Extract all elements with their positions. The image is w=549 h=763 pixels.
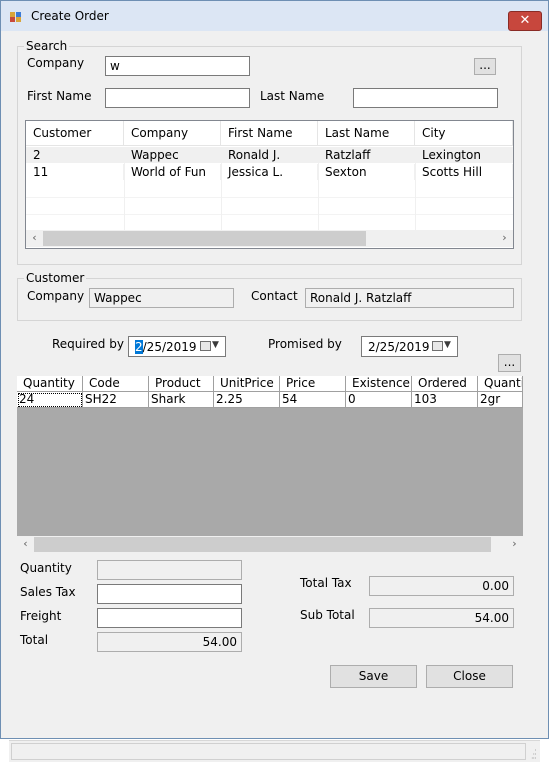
- grid-header-unitprice[interactable]: UnitPrice: [214, 376, 280, 392]
- promised-by-label: Promised by: [268, 337, 342, 351]
- grid-header-quantity[interactable]: Quantity: [17, 376, 83, 392]
- cell-first-name: Ronald J.: [221, 147, 318, 163]
- last-name-label: Last Name: [260, 89, 325, 103]
- status-panel: [11, 743, 526, 760]
- column-header-company[interactable]: Company: [124, 121, 221, 146]
- sub-total-label: Sub Total: [300, 608, 355, 622]
- grid-cell-quantity-2[interactable]: 2gr: [478, 392, 523, 408]
- grid-header-existence[interactable]: Existence: [346, 376, 412, 392]
- required-date-rest: /25/2019: [142, 340, 197, 354]
- cell-customer: 11: [26, 164, 124, 180]
- calendar-icon[interactable]: [200, 341, 211, 351]
- chevron-down-icon[interactable]: ▼: [444, 340, 451, 350]
- customer-group-label: Customer: [24, 271, 87, 285]
- cell-customer: 2: [26, 147, 124, 163]
- promised-date-text: 2/25/2019: [368, 340, 430, 354]
- column-header-city[interactable]: City: [415, 121, 513, 146]
- close-window-button[interactable]: ✕: [508, 11, 542, 31]
- empty-row: [26, 198, 513, 215]
- required-by-label: Required by: [52, 337, 124, 351]
- sales-tax-label: Sales Tax: [20, 585, 76, 599]
- freight-input[interactable]: [97, 608, 242, 628]
- order-items-grid[interactable]: Quantity Code Product UnitPrice Price Ex…: [17, 376, 523, 536]
- grid-cell-existence[interactable]: 0: [346, 392, 412, 408]
- sub-total-field: 54.00: [369, 608, 514, 628]
- grid-header-product[interactable]: Product: [149, 376, 214, 392]
- required-month-selected: 2: [135, 340, 143, 354]
- chevron-down-icon[interactable]: ▼: [212, 340, 219, 350]
- results-horizontal-scrollbar[interactable]: ‹ ›: [26, 230, 513, 247]
- table-row[interactable]: 11 World of Fun Jessica L. Sexton Scotts…: [26, 164, 513, 180]
- total-tax-field: 0.00: [369, 576, 514, 596]
- grid-header-price[interactable]: Price: [280, 376, 346, 392]
- scroll-right-icon[interactable]: ›: [506, 536, 523, 553]
- contact-label: Contact: [251, 289, 298, 303]
- grid-horizontal-scrollbar[interactable]: ‹ ›: [17, 536, 523, 553]
- scroll-left-icon[interactable]: ‹: [26, 230, 43, 247]
- promised-by-datepicker[interactable]: 2/25/2019 ▼: [361, 336, 458, 357]
- cell-city: Scotts Hill: [415, 164, 513, 180]
- items-browse-button[interactable]: ...: [498, 354, 521, 372]
- quantity-field: [97, 560, 242, 580]
- scroll-left-icon[interactable]: ‹: [17, 536, 34, 553]
- search-group-label: Search: [24, 39, 70, 53]
- empty-row: [26, 181, 513, 198]
- customer-results-list[interactable]: Customer Company First Name Last Name Ci…: [25, 120, 514, 249]
- grid-header-quantity-2[interactable]: Quantity: [478, 376, 523, 392]
- resize-grip-icon[interactable]: · ·· ···: [531, 747, 540, 763]
- cell-last-name: Sexton: [318, 164, 415, 180]
- contact-field: Ronald J. Ratzlaff: [305, 288, 514, 308]
- search-browse-button[interactable]: ...: [474, 58, 496, 75]
- cell-company: World of Fun: [124, 164, 221, 180]
- grid-header-ordered[interactable]: Ordered: [412, 376, 478, 392]
- first-name-label: First Name: [27, 89, 92, 103]
- total-label: Total: [20, 633, 49, 647]
- status-bar: · ·· ···: [9, 740, 540, 763]
- column-header-customer[interactable]: Customer: [26, 121, 124, 146]
- window-title: Create Order: [31, 9, 109, 23]
- cell-city: Lexington: [415, 147, 513, 163]
- column-header-last-name[interactable]: Last Name: [318, 121, 415, 146]
- grid-cell-quantity[interactable]: 24: [17, 392, 83, 408]
- table-row[interactable]: 2 Wappec Ronald J. Ratzlaff Lexington: [26, 147, 513, 163]
- create-order-window: Create Order ✕ Search Company w ... Firs…: [0, 0, 549, 763]
- total-field: 54.00: [97, 632, 242, 652]
- customer-company-label: Company: [27, 289, 85, 303]
- total-tax-label: Total Tax: [300, 576, 352, 590]
- cell-company: Wappec: [124, 147, 221, 163]
- cell-first-name: Jessica L.: [221, 164, 318, 180]
- customer-company-field: Wappec: [89, 288, 234, 308]
- scroll-thumb[interactable]: [34, 537, 491, 552]
- last-name-input[interactable]: [353, 88, 498, 108]
- cell-last-name: Ratzlaff: [318, 147, 415, 163]
- save-button[interactable]: Save: [330, 665, 417, 688]
- grid-header-code[interactable]: Code: [83, 376, 149, 392]
- freight-label: Freight: [20, 609, 62, 623]
- column-header-first-name[interactable]: First Name: [221, 121, 318, 146]
- scroll-right-icon[interactable]: ›: [496, 230, 513, 247]
- sales-tax-input[interactable]: [97, 584, 242, 604]
- grid-cell-ordered[interactable]: 103: [412, 392, 478, 408]
- search-company-label: Company: [27, 56, 85, 70]
- grid-cell-product[interactable]: Shark: [149, 392, 214, 408]
- title-bar[interactable]: Create Order ✕: [1, 1, 548, 31]
- quantity-label: Quantity: [20, 561, 72, 575]
- calendar-icon[interactable]: [432, 341, 443, 351]
- grid-cell-price[interactable]: 54: [280, 392, 346, 408]
- grid-cell-code[interactable]: SH22: [83, 392, 149, 408]
- required-by-datepicker[interactable]: 2/25/2019 ▼: [128, 336, 226, 357]
- search-company-input[interactable]: w: [105, 56, 250, 76]
- close-button[interactable]: Close: [426, 665, 513, 688]
- app-icon: [10, 12, 22, 22]
- first-name-input[interactable]: [105, 88, 250, 108]
- scroll-thumb[interactable]: [43, 231, 366, 246]
- form-body: Search Company w ... First Name Last Nam…: [9, 32, 540, 763]
- grid-cell-unitprice[interactable]: 2.25: [214, 392, 280, 408]
